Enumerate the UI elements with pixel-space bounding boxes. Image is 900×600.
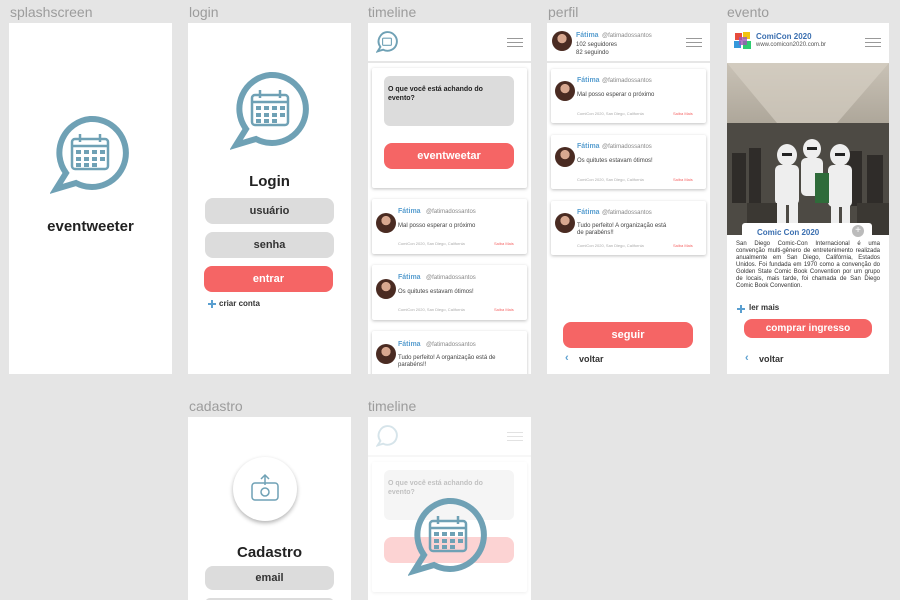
post-text: Tudo perfeito! A organização está de par… bbox=[398, 355, 496, 368]
post-handle: @fatimadossantos bbox=[602, 78, 652, 84]
follow-button[interactable]: seguir bbox=[563, 322, 693, 348]
post-author[interactable]: Fátima bbox=[577, 77, 600, 84]
login-title: Login bbox=[249, 173, 290, 190]
event-screen: ComiCon 2020 www.comicon2020.com.br Comi… bbox=[727, 23, 889, 374]
post-meta: ComiCon 2020, San Diego, California bbox=[577, 111, 644, 116]
read-more-link[interactable]: Saiba Mais bbox=[494, 307, 514, 312]
post-author[interactable]: Fátima bbox=[577, 209, 600, 216]
profile-handle: @fatimadossantos bbox=[602, 33, 652, 39]
plus-icon bbox=[737, 305, 745, 313]
post-handle: @fatimadossantos bbox=[602, 210, 652, 216]
read-more-link[interactable]: Saiba Mais bbox=[494, 241, 514, 246]
read-more-link[interactable]: Saiba Mais bbox=[673, 177, 693, 182]
post-text: Mal posso esperar o próximo bbox=[398, 223, 476, 229]
back-link[interactable]: voltar bbox=[759, 354, 784, 364]
event-photo bbox=[727, 63, 889, 235]
frame-label-timeline2: timeline bbox=[368, 398, 417, 414]
avatar[interactable] bbox=[555, 213, 575, 233]
event-description: San Diego Comic-Con Internacional é uma … bbox=[736, 241, 880, 289]
menu-icon[interactable] bbox=[507, 38, 523, 48]
buy-ticket-button[interactable]: comprar ingresso bbox=[744, 319, 872, 338]
following-count[interactable]: 82 seguindo bbox=[576, 50, 609, 56]
app-name: eventweeter bbox=[47, 218, 134, 235]
eventweet-button[interactable]: eventweetar bbox=[384, 143, 514, 169]
post-handle: @fatimadossantos bbox=[602, 144, 652, 150]
plus-icon bbox=[208, 300, 216, 308]
post-meta: ComiCon 2020, San Diego, California bbox=[577, 177, 644, 182]
timeline-screen: O que você está achando do evento? event… bbox=[368, 23, 531, 374]
login-screen: Login usuário senha entrar criar conta bbox=[188, 23, 351, 374]
post-meta: ComiCon 2020, San Diego, California bbox=[398, 241, 465, 246]
read-more-link[interactable]: ler mais bbox=[749, 303, 779, 312]
back-icon[interactable]: ‹ bbox=[745, 352, 749, 364]
back-icon[interactable]: ‹ bbox=[565, 352, 569, 364]
back-link[interactable]: voltar bbox=[579, 354, 604, 364]
event-name: ComiCon 2020 bbox=[756, 32, 812, 41]
post-text: Os quitutes estavam ótimos! bbox=[577, 158, 653, 164]
login-button[interactable]: entrar bbox=[204, 266, 333, 292]
post-meta: ComiCon 2020, San Diego, California bbox=[398, 307, 465, 312]
profile-name: Fátima bbox=[576, 32, 599, 39]
post-author[interactable]: Fátima bbox=[398, 341, 421, 348]
calendar-bubble-icon bbox=[230, 71, 309, 150]
timeline-loading-screen: O que você está achando do evento? bbox=[368, 417, 531, 600]
logo-icon bbox=[376, 31, 398, 53]
avatar[interactable] bbox=[555, 147, 575, 167]
menu-icon[interactable] bbox=[686, 38, 702, 48]
post-author[interactable]: Fátima bbox=[398, 274, 421, 281]
frame-label-timeline: timeline bbox=[368, 4, 417, 20]
read-more-link[interactable]: Saiba Mais bbox=[673, 243, 693, 248]
avatar[interactable] bbox=[555, 81, 575, 101]
camera-upload-icon bbox=[251, 473, 279, 501]
comicon-logo-icon bbox=[734, 32, 751, 49]
expand-icon[interactable]: + bbox=[852, 225, 864, 237]
profile-avatar bbox=[552, 31, 572, 51]
frame-label-evento: evento bbox=[727, 4, 770, 20]
frame-label-cadastro: cadastro bbox=[189, 398, 243, 414]
avatar[interactable] bbox=[376, 344, 396, 364]
frame-label-splash: splashscreen bbox=[10, 4, 93, 20]
username-field[interactable]: usuário bbox=[205, 198, 334, 224]
post-text: Mal posso esperar o próximo bbox=[577, 92, 655, 98]
signup-screen: Cadastro email bbox=[188, 417, 351, 600]
profile-screen: Fátima @fatimadossantos 102 seguidores 8… bbox=[547, 23, 710, 374]
top-bar bbox=[368, 417, 531, 457]
create-account-link[interactable]: criar conta bbox=[219, 299, 260, 308]
avatar[interactable] bbox=[376, 213, 396, 233]
post-text: Os quitutes estavam ótimos! bbox=[398, 289, 474, 295]
calendar-bubble-icon bbox=[408, 497, 487, 576]
password-field[interactable]: senha bbox=[205, 232, 334, 258]
signup-title: Cadastro bbox=[236, 544, 303, 561]
post-author[interactable]: Fátima bbox=[398, 208, 421, 215]
post-handle: @fatimadossantos bbox=[426, 342, 476, 348]
event-url[interactable]: www.comicon2020.com.br bbox=[756, 42, 826, 48]
frame-label-login: login bbox=[189, 4, 219, 20]
post-text: Tudo perfeito! A organização está de par… bbox=[577, 223, 667, 236]
post-meta: ComiCon 2020, San Diego, California bbox=[577, 243, 644, 248]
post-handle: @fatimadossantos bbox=[426, 275, 476, 281]
splash-screen: eventweeter bbox=[9, 23, 172, 374]
email-field[interactable]: email bbox=[205, 566, 334, 590]
followers-count[interactable]: 102 seguidores bbox=[576, 42, 617, 48]
avatar[interactable] bbox=[376, 279, 396, 299]
compose-input[interactable]: O que você está achando do evento? bbox=[384, 76, 514, 126]
event-caption: Comic Con 2020 bbox=[757, 228, 820, 237]
post-author[interactable]: Fátima bbox=[577, 143, 600, 150]
post-handle: @fatimadossantos bbox=[426, 209, 476, 215]
menu-icon[interactable] bbox=[865, 38, 881, 48]
read-more-link[interactable]: Saiba Mais bbox=[673, 111, 693, 116]
calendar-bubble-icon bbox=[50, 115, 129, 194]
frame-label-perfil: perfil bbox=[548, 4, 579, 20]
